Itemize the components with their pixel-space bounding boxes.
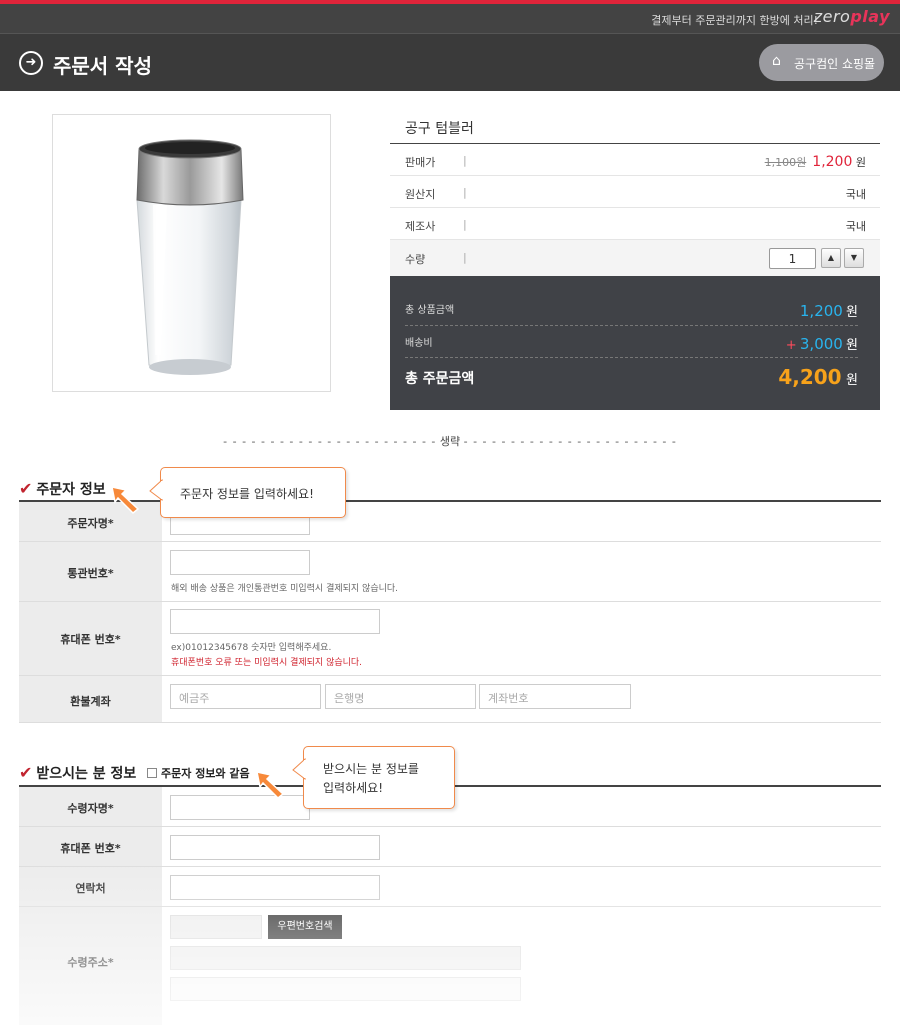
quantity-up-button[interactable]: ▲ [821, 248, 841, 268]
pointer-arrow-icon [111, 486, 140, 515]
top-bar: 결제부터 주문관리까지 한방에 처리! zeroplay [0, 4, 900, 33]
check-icon: ✔ [19, 763, 33, 782]
orderer-section-title: ✔ 주문자 정보 [19, 479, 106, 498]
customs-hint: 해외 배송 상품은 개인통관번호 미입력시 결제되지 않습니다. [171, 584, 399, 594]
customs-row: 통관번호* [19, 542, 881, 602]
price-row: 판매가 | 1,100원 1,200 원 [390, 144, 880, 176]
goods-total-label: 총 상품금액 [405, 305, 455, 316]
bank-name-input[interactable]: 은행명 [325, 684, 476, 709]
address-input[interactable] [170, 946, 521, 970]
pointer-arrow-icon [256, 771, 285, 800]
shop-button-label: 공구컴인 쇼핑몰 [794, 57, 876, 71]
page-header: ➜ 주문서 작성 ⌂ 공구컴인 쇼핑몰 [0, 33, 900, 91]
home-icon: ⌂ [772, 53, 781, 69]
zipcode-input[interactable] [170, 915, 262, 939]
arrow-right-icon: ➜ [19, 51, 43, 75]
product-name: 공구 텀블러 [405, 121, 474, 137]
account-holder-input[interactable]: 예금주 [170, 684, 321, 709]
address-detail-input[interactable] [170, 977, 521, 1001]
orderer-phone-input[interactable] [170, 609, 380, 634]
receiver-contact-row: 연락처 [19, 867, 881, 907]
orderer-phone-row: 휴대폰 번호* [19, 602, 881, 676]
goods-total-amount: 1,200 [799, 302, 843, 320]
omitted-divider: - - - - - - - - - - - - - - - - - - - - … [223, 435, 677, 448]
tumbler-image [136, 139, 244, 375]
order-total-label: 총 주문금액 [405, 371, 475, 387]
origin-row: 원산지 | 국내 [390, 176, 880, 208]
bubble-tail [292, 757, 306, 780]
old-price: 1,100원 [764, 156, 807, 169]
shipping-label: 배송비 [405, 338, 433, 349]
tagline: 결제부터 주문관리까지 한방에 처리! [651, 14, 818, 27]
zeroplay-logo[interactable]: zeroplay [814, 7, 890, 26]
shipping-amount: 3,000 [799, 335, 843, 353]
customs-number-input[interactable] [170, 550, 310, 575]
bubble-tail [149, 478, 163, 501]
shop-button[interactable]: ⌂ 공구컴인 쇼핑몰 [759, 44, 884, 81]
quantity-down-button[interactable]: ▼ [844, 248, 864, 268]
receiver-contact-input[interactable] [170, 875, 380, 900]
order-total-amount: 4,200 [778, 365, 842, 389]
account-number-input[interactable]: 계좌번호 [479, 684, 631, 709]
maker-row: 제조사 | 국내 [390, 208, 880, 240]
receiver-phone-input[interactable] [170, 835, 380, 860]
check-icon: ✔ [19, 479, 33, 498]
orderer-tooltip: 주문자 정보를 입력하세요! [160, 467, 346, 518]
sale-price: 1,200 [812, 154, 853, 170]
same-as-orderer-checkbox[interactable]: 주문자 정보와 같음 [147, 765, 250, 781]
receiver-tooltip: 받으시는 분 정보를 입력하세요! [303, 746, 455, 809]
product-image [52, 114, 331, 392]
zipcode-search-button[interactable]: 우편번호검색 [268, 915, 342, 939]
orderer-name-row: 주문자명* [19, 502, 881, 542]
quantity-input[interactable]: 1 [769, 248, 816, 269]
phone-warning: 휴대폰번호 오류 또는 미입력시 결제되지 않습니다. [171, 658, 363, 668]
receiver-phone-row: 휴대폰 번호* [19, 827, 881, 867]
page-title: 주문서 작성 [53, 54, 152, 78]
order-total-box: 총 상품금액 1,200 원 배송비 + 3,000 원 총 주문금액 4,20… [390, 276, 880, 410]
phone-hint: ex)01012345678 숫자만 입력해주세요. [171, 643, 332, 653]
receiver-section-title: ✔ 받으시는 분 정보 [19, 763, 137, 782]
